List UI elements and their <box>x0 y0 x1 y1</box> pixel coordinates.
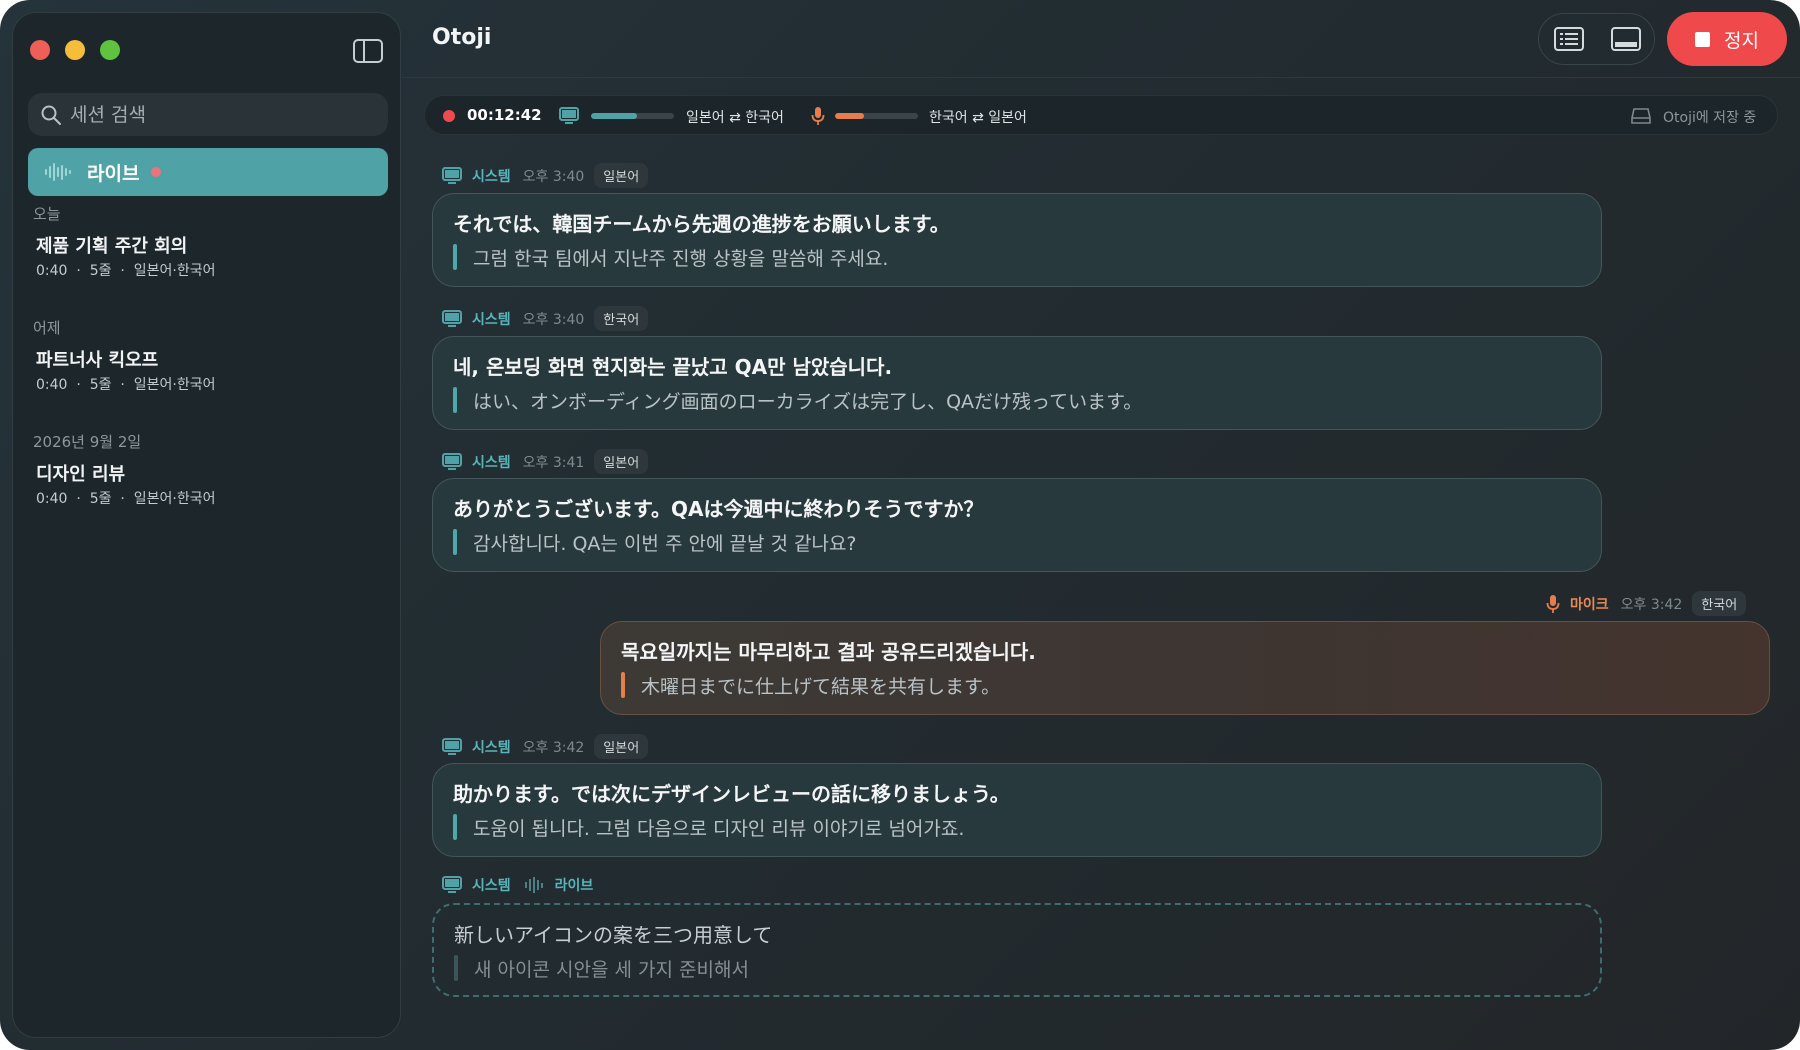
original-text: ありがとうございます。QAは今週中に終わりそうですか？ <box>453 497 984 521</box>
session-meta: 0:40 · 5줄 · 일본어·한국어 <box>36 377 216 393</box>
header-divider <box>402 77 1800 78</box>
session-meta: 0:40 · 5줄 · 일본어·한국어 <box>36 491 216 507</box>
original-text: 助かります。では次にデザインレビューの話に移りましょう。 <box>453 782 1010 806</box>
original-text: それでは、韓国チームから先週の進捗をお願いします。 <box>453 212 950 236</box>
transcript-view-icon[interactable] <box>1554 27 1584 51</box>
translation-bar <box>453 387 457 413</box>
monitor-icon <box>442 166 462 184</box>
microphone-icon <box>811 107 825 125</box>
live-indicator-dot <box>151 167 162 177</box>
translation-bar <box>453 529 457 555</box>
original-text: 네, 온보딩 화면 현지화는 끝났고 QA만 남았습니다. <box>453 355 893 379</box>
original-text: 목요일까지는 마무리하고 결과 공유드리겠습니다. <box>621 640 1036 664</box>
view-toggle-group <box>1538 13 1655 65</box>
translation-text: はい、オンボーディング画面のローカライズは完了し、QAだけ残っています。 <box>473 391 1143 413</box>
monitor-icon <box>442 876 462 893</box>
microphone-icon <box>1546 594 1560 613</box>
system-level-meter <box>591 113 674 119</box>
storage-icon <box>1631 108 1651 124</box>
stop-button[interactable]: 정지 <box>1667 12 1787 66</box>
sidebar-item-live[interactable]: 라이브 <box>28 148 388 196</box>
message-source: 시스템 <box>472 739 511 756</box>
monitor-icon <box>442 737 462 755</box>
app-window: 라이브 오늘 제품 기획 주간 회의 0:40 · 5줄 · 일본어·한국어 어… <box>0 0 1800 1050</box>
sidebar-toggle-icon[interactable] <box>353 39 383 63</box>
message-time: 오후 3:40 <box>522 311 585 328</box>
language-badge: 일본어 <box>594 449 649 474</box>
translation-bar <box>454 955 458 981</box>
translation-text: 감사합니다. QA는 이번 주 안에 끝날 것 같나요? <box>473 533 857 555</box>
search-icon <box>41 105 61 125</box>
minimize-window-button[interactable] <box>65 40 85 60</box>
message-source: 시스템 <box>472 168 511 185</box>
recording-timer: 00:12:42 <box>467 106 542 124</box>
translation-text: 木曜日までに仕上げて結果を共有します。 <box>641 676 1001 698</box>
message-time: 오후 3:42 <box>1620 596 1683 613</box>
zoom-window-button[interactable] <box>100 40 120 60</box>
session-title[interactable]: 제품 기획 주간 회의 <box>36 232 187 258</box>
translation-text: 새 아이콘 시안을 세 가지 준비해서 <box>474 959 749 981</box>
message-source: 마이크 <box>1570 596 1609 613</box>
stop-icon <box>1695 31 1711 47</box>
message-source: 시스템 <box>472 311 511 328</box>
message-source: 시스템 <box>472 454 511 471</box>
recording-dot <box>443 110 455 122</box>
message-header: 시스템 오후 3:41 일본어 <box>442 449 649 474</box>
search-input[interactable] <box>70 103 370 126</box>
message-time: 오후 3:42 <box>522 739 585 756</box>
sidebar: 라이브 오늘 제품 기획 주간 회의 0:40 · 5줄 · 일본어·한국어 어… <box>12 12 401 1038</box>
session-title[interactable]: 파트너사 킥오프 <box>36 346 158 372</box>
message-source: 시스템 <box>472 878 511 894</box>
monitor-icon <box>559 107 579 124</box>
live-label: 라이브 <box>554 878 594 894</box>
message-bubble: 네, 온보딩 화면 현지화는 끝났고 QA만 남았습니다. はい、オンボーディン… <box>432 336 1602 430</box>
message-header: 마이크 오후 3:42 한국어 <box>1546 591 1747 616</box>
message-header: 시스템 오후 3:40 한국어 <box>442 306 649 331</box>
app-title: Otoji <box>432 25 492 50</box>
status-bar: 00:12:42 일본어 ⇄ 한국어 한국어 ⇄ 일본어 Otoji에 저장 중 <box>424 95 1778 135</box>
subtitle-view-icon[interactable] <box>1611 27 1641 51</box>
close-window-button[interactable] <box>30 40 50 60</box>
waveform-icon <box>45 162 71 182</box>
message-time: 오후 3:40 <box>522 168 585 185</box>
language-badge: 일본어 <box>594 734 649 759</box>
session-search[interactable] <box>28 93 388 136</box>
message-bubble: ありがとうございます。QAは今週中に終わりそうですか？ 감사합니다. QA는 이… <box>432 478 1602 572</box>
system-language-pair: 일본어 ⇄ 한국어 <box>686 110 784 126</box>
message-header: 시스템 라이브 <box>442 875 593 895</box>
message-header: 시스템 오후 3:42 일본어 <box>442 734 649 759</box>
original-text: 新しいアイコンの案を三つ用意して <box>454 923 773 947</box>
group-label-today: 오늘 <box>33 205 61 223</box>
language-badge: 한국어 <box>594 306 649 331</box>
language-badge: 한국어 <box>1692 591 1747 616</box>
save-status: Otoji에 저장 중 <box>1663 110 1757 126</box>
message-bubble-mine: 목요일까지는 마무리하고 결과 공유드리겠습니다. 木曜日までに仕上げて結果を共… <box>600 621 1770 715</box>
live-label: 라이브 <box>87 162 140 185</box>
mic-level-meter <box>835 113 918 119</box>
translation-text: 도움이 됩니다. 그럼 다음으로 디자인 리뷰 이야기로 넘어가죠. <box>473 818 965 840</box>
message-header: 시스템 오후 3:40 일본어 <box>442 163 649 188</box>
message-bubble: 助かります。では次にデザインレビューの話に移りましょう。 도움이 됩니다. 그럼… <box>432 763 1602 857</box>
live-message-bubble: 新しいアイコンの案を三つ用意して 새 아이콘 시안을 세 가지 준비해서 <box>432 903 1602 997</box>
language-badge: 일본어 <box>594 163 649 188</box>
session-title[interactable]: 디자인 리뷰 <box>36 460 125 486</box>
stop-label: 정지 <box>1724 29 1759 52</box>
monitor-icon <box>442 452 462 470</box>
waveform-icon <box>524 877 543 893</box>
group-label-date: 2026년 9월 2일 <box>33 433 142 451</box>
group-label-yesterday: 어제 <box>33 319 61 337</box>
translation-text: 그럼 한국 팀에서 지난주 진행 상황을 말씀해 주세요. <box>473 248 889 270</box>
monitor-icon <box>442 309 462 327</box>
session-meta: 0:40 · 5줄 · 일본어·한국어 <box>36 263 216 279</box>
message-time: 오후 3:41 <box>522 454 585 471</box>
translation-bar <box>621 672 625 698</box>
message-bubble: それでは、韓国チームから先週の進捗をお願いします。 그럼 한국 팀에서 지난주 … <box>432 193 1602 287</box>
mic-language-pair: 한국어 ⇄ 일본어 <box>929 110 1027 126</box>
translation-bar <box>453 244 457 270</box>
translation-bar <box>453 814 457 840</box>
